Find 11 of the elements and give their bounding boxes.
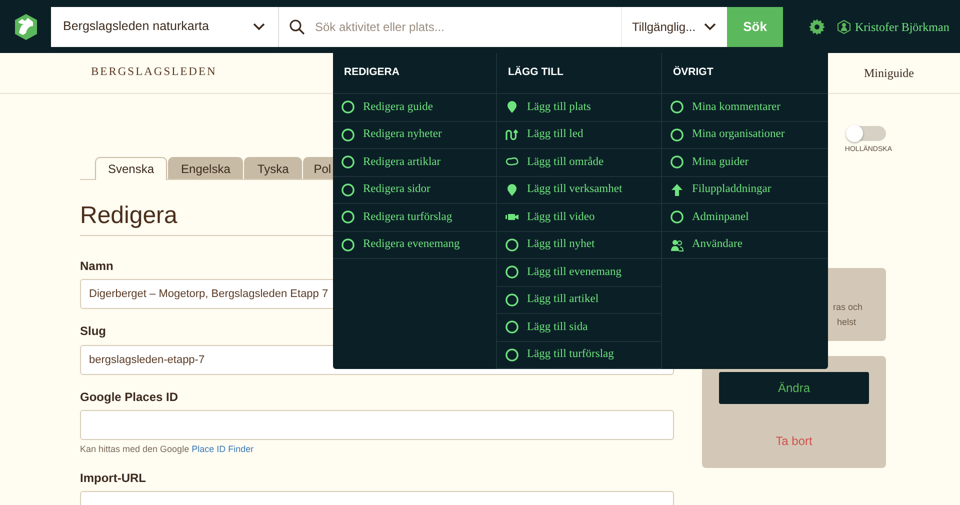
site-name: BERGSLAGSLEDEN xyxy=(91,65,217,80)
note-text: ras och xyxy=(833,300,864,314)
note-text: helst xyxy=(836,316,858,329)
help-text: Kan hittas med den Google Place ID Finder xyxy=(80,443,255,456)
field-label: Slug xyxy=(80,323,106,340)
menu-heading: REDIGERA xyxy=(333,53,496,94)
menu-heading: LÄGG TILL xyxy=(497,53,661,94)
field-label: Namn xyxy=(80,258,114,275)
menu-heading: ÖVRIGT xyxy=(662,53,828,94)
field-label: Google Places ID xyxy=(80,388,178,406)
field-label: Import-URL xyxy=(80,470,146,487)
